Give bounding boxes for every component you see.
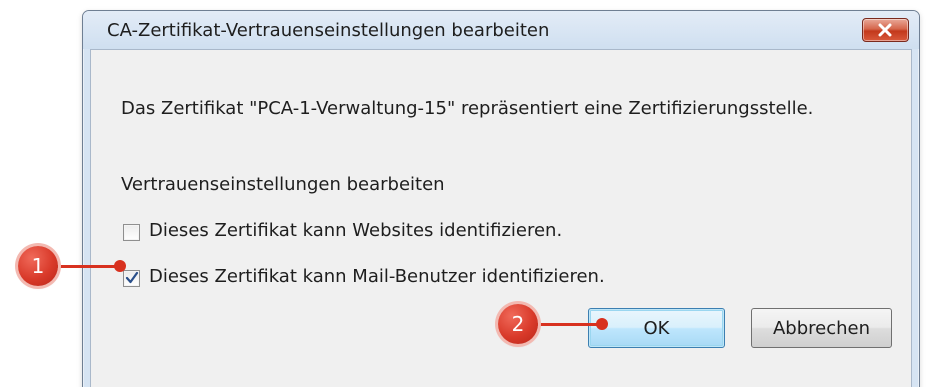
websites-checkbox[interactable] xyxy=(123,224,140,241)
checkmark-icon xyxy=(125,271,139,284)
cancel-button[interactable]: Abbrechen xyxy=(751,308,892,348)
ok-button[interactable]: OK xyxy=(588,308,725,348)
mail-users-checkbox[interactable] xyxy=(123,270,140,287)
callout-1-dot xyxy=(114,260,126,272)
close-button[interactable] xyxy=(862,18,909,42)
screenshot-stage: CA-Zertifikat-Vertrauenseinstellungen be… xyxy=(0,0,927,387)
callout-2-dot xyxy=(596,318,608,330)
section-label: Vertrauenseinstellungen bearbeiten xyxy=(121,174,445,195)
certificate-message: Das Zertifikat "PCA-1-Verwaltung-15" rep… xyxy=(121,98,814,119)
callout-1-badge: 1 xyxy=(18,246,58,286)
title-bar: CA-Zertifikat-Vertrauenseinstellungen be… xyxy=(83,11,919,49)
close-icon xyxy=(878,23,892,37)
callout-2-badge: 2 xyxy=(498,304,538,344)
mail-users-checkbox-label[interactable]: Dieses Zertifikat kann Mail-Benutzer ide… xyxy=(149,266,605,287)
websites-checkbox-label[interactable]: Dieses Zertifikat kann Websites identifi… xyxy=(149,220,562,241)
dialog-content: Das Zertifikat "PCA-1-Verwaltung-15" rep… xyxy=(90,49,912,387)
dialog-title: CA-Zertifikat-Vertrauenseinstellungen be… xyxy=(107,20,550,41)
